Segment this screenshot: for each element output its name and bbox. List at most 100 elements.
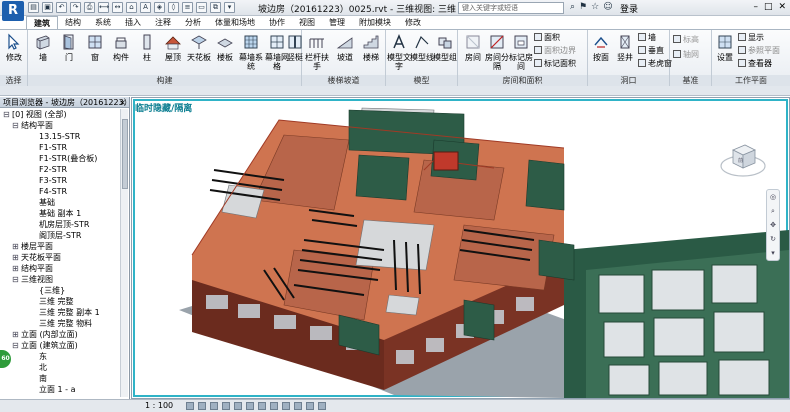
by-face-button[interactable]: 按面 [588,33,614,62]
browser-tree-item[interactable]: {三维} [0,285,121,296]
shadows-icon[interactable] [222,402,230,410]
tab-modify[interactable]: 修改 [398,16,428,29]
component-button[interactable]: 构件 [108,33,134,62]
tab-structure[interactable]: 结构 [58,16,88,29]
tab-massing[interactable]: 体量和场地 [208,16,262,29]
browser-tree-item[interactable]: ⊞ 结构平面 [0,263,121,274]
tab-annotate[interactable]: 注释 [148,16,178,29]
analytical-model-icon[interactable] [306,402,314,410]
browser-tree-item[interactable]: 机房层顶-STR [0,219,121,230]
section-icon[interactable]: ◊ [168,2,179,13]
column-button[interactable]: 柱 [134,33,160,62]
dimension-icon[interactable]: ↔ [112,2,123,13]
browser-tree-item[interactable]: 13.15-STR [0,131,121,142]
tab-addins[interactable]: 附加模块 [352,16,398,29]
model-group-button[interactable]: 模型组 [432,33,458,62]
ref-plane-button[interactable]: 参照平面 [738,46,780,56]
tree-toggle-icon[interactable]: ⊞ [12,241,21,252]
grid-button[interactable]: 轴网 [673,50,699,60]
close-icon[interactable]: × [119,97,126,108]
vertical-opening-button[interactable]: 垂直 [638,46,664,56]
browser-tree-item[interactable]: ⊟ 立面 (建筑立面) [0,340,121,351]
detail-level-icon[interactable] [186,402,194,410]
browser-tree-item[interactable]: 北 [0,362,121,373]
crop-view-icon[interactable] [246,402,254,410]
browser-tree-item[interactable]: F3-STR [0,175,121,186]
wall-opening-button[interactable]: 墙 [638,33,656,43]
viewcube[interactable]: 前 [719,136,767,184]
roof-button[interactable]: 屋顶 [160,33,186,62]
tab-view[interactable]: 视图 [292,16,322,29]
ceiling-button[interactable]: 天花板 [186,33,212,62]
temp-hide-icon[interactable] [282,402,290,410]
redo-icon[interactable]: ↷ [70,2,81,13]
pan-icon[interactable]: ✥ [767,218,779,232]
railing-button[interactable]: 栏杆扶手 [304,33,330,71]
show-crop-icon[interactable] [258,402,266,410]
minimize-button[interactable]: – [753,2,758,12]
tab-collaborate[interactable]: 协作 [262,16,292,29]
browser-tree-item[interactable]: ⊟ [0] 视图 (全部) [0,109,121,120]
browser-tree-item[interactable]: 阁顶层-STR [0,230,121,241]
tag-area-button[interactable]: 标记面积 [534,59,576,69]
tree-toggle-icon[interactable]: ⊟ [12,274,21,285]
modify-button[interactable]: 修改 [1,33,27,62]
wall-button[interactable]: 墙 [30,33,56,62]
shaft-button[interactable]: 竖井 [612,33,638,62]
user-icon[interactable]: ☺ [603,2,612,12]
browser-tree-item[interactable]: ⊞ 立面 (内部立面) [0,329,121,340]
nav-dropdown-icon[interactable]: ▾ [767,246,779,260]
browser-scrollbar[interactable] [120,109,128,397]
dormer-button[interactable]: 老虎窗 [638,59,672,69]
browser-tree-item[interactable]: 基础 [0,197,121,208]
undo-icon[interactable]: ↶ [56,2,67,13]
subscription-icon[interactable]: ⚑ [579,2,587,12]
sun-path-icon[interactable] [210,402,218,410]
set-workplane-button[interactable]: 设置 [712,33,738,62]
thin-lines-icon[interactable]: ≡ [182,2,193,13]
viewer-button[interactable]: 查看器 [738,59,772,69]
door-button[interactable]: 门 [56,33,82,62]
room-separator-button[interactable]: 房间分隔 [484,33,510,71]
search-input[interactable]: 键入关键字或短语 [458,2,564,14]
scrollbar-thumb[interactable] [122,119,128,189]
zoom-icon[interactable]: ⌕ [767,204,779,218]
binoculars-icon[interactable]: ⌕ [570,2,575,12]
login-link[interactable]: 登录 [620,2,638,15]
3d-view-icon[interactable]: ◈ [154,2,165,13]
tab-manage[interactable]: 管理 [322,16,352,29]
tag-icon[interactable]: ⌂ [126,2,137,13]
browser-tree-item[interactable]: F1-STR(叠合板) [0,153,121,164]
browser-tree-item[interactable]: 基础 副本 1 [0,208,121,219]
tab-architecture[interactable]: 建筑 [26,16,58,29]
browser-tree-item[interactable]: ⊟ 三维视图 [0,274,121,285]
browser-tree-item[interactable]: 南 [0,373,121,384]
area-boundary-button[interactable]: 面积边界 [534,46,576,56]
steering-wheel-icon[interactable]: ◎ [767,190,779,204]
building-model[interactable] [134,100,789,398]
browser-tree-item[interactable]: 东 [0,351,121,362]
level-button[interactable]: 标高 [673,35,699,45]
tab-analyze[interactable]: 分析 [178,16,208,29]
floor-button[interactable]: 楼板 [212,33,238,62]
print-icon[interactable]: ⎙ [84,2,95,13]
text-icon[interactable]: A [140,2,151,13]
ramp-button[interactable]: 坡道 [332,33,358,62]
visual-style-icon[interactable] [198,402,206,410]
browser-tree-item[interactable]: ⊞ 楼层平面 [0,241,121,252]
view-scale[interactable]: 1 : 100 [145,400,173,412]
3d-viewport[interactable]: 临时隐藏/隔离 前 ◎ ⌕ ✥ ↻ ▾ [131,97,790,399]
highlight-displacement-icon[interactable] [318,402,326,410]
maximize-button[interactable]: □ [764,2,773,12]
tree-toggle-icon[interactable]: ⊟ [12,120,21,131]
browser-tree-item[interactable]: 三维 完整 [0,296,121,307]
show-workplane-button[interactable]: 显示 [738,33,764,43]
switch-window-icon[interactable]: ⧉ [210,2,221,13]
curtain-system-button[interactable]: 幕墙系统 [238,33,264,71]
room-button[interactable]: 房间 [460,33,486,62]
browser-tree-item[interactable]: 立面 1 - a [0,384,121,395]
browser-tree-item[interactable]: 三维 完整 副本 1 [0,307,121,318]
tree-toggle-icon[interactable]: ⊞ [12,252,21,263]
tree-toggle-icon[interactable]: ⊟ [12,340,21,351]
browser-tree-item[interactable]: F4-STR [0,186,121,197]
